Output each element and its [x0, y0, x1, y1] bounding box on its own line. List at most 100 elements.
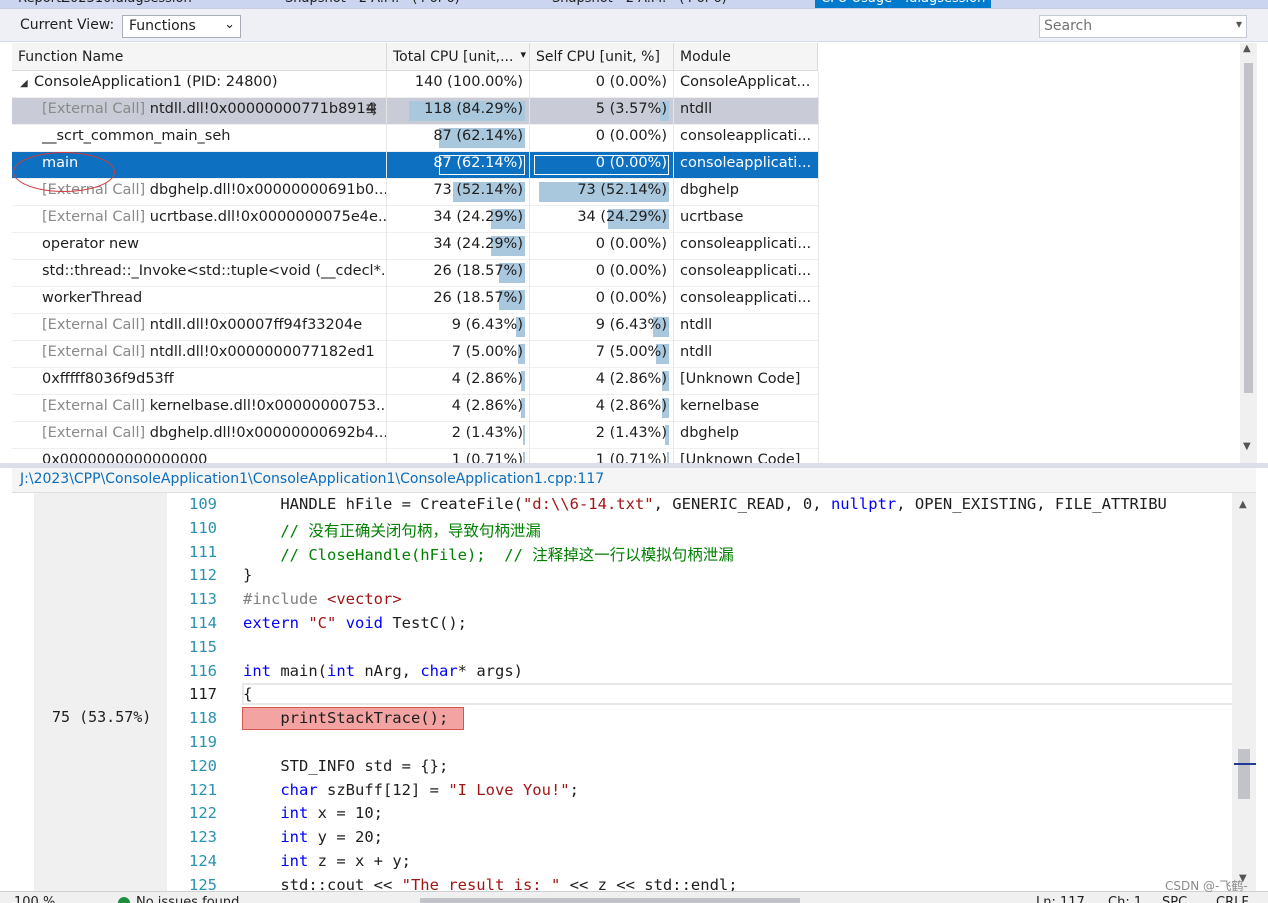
table-row[interactable]: [External Call] dbghelp.dll!0x0000000069…	[12, 422, 819, 449]
expand-collapse-icon[interactable]: ◢	[20, 78, 34, 89]
code-line[interactable]: std::cout << "The result is: " << z << s…	[243, 876, 737, 891]
table-row[interactable]: [External Call] ucrtbase.dll!0x000000007…	[12, 206, 819, 233]
table-scrollbar[interactable]: ▲ ▼	[1240, 43, 1257, 463]
total-cpu-cell: 26 (18.57%)	[387, 287, 529, 314]
code-line[interactable]: {	[243, 685, 252, 703]
code-line[interactable]: extern "C" void TestC();	[243, 614, 467, 632]
function-name: operator new	[42, 236, 139, 252]
code-line[interactable]: #include <vector>	[243, 590, 402, 608]
line-number[interactable]: Ln: 117	[1036, 895, 1085, 903]
code-line[interactable]: // CloseHandle(hFile); // 注释掉这一行以模拟句柄泄漏	[243, 543, 733, 565]
column-self-cpu[interactable]: Self CPU [unit, %]	[530, 43, 674, 71]
module-cell: ntdll	[680, 101, 713, 117]
current-view-dropdown[interactable]: Functions ⌄	[122, 15, 241, 38]
self-cpu-cell: 9 (6.43%)	[530, 314, 673, 341]
table-row[interactable]: __scrt_common_main_seh 87 (62.14%) 0 (0.00…	[12, 125, 819, 152]
column-divider	[529, 206, 530, 233]
function-name-cell: [External Call] ucrtbase.dll!0x000000007…	[12, 206, 386, 233]
indentation-mode[interactable]: SPC	[1162, 895, 1187, 903]
column-function-name[interactable]: Function Name	[12, 43, 387, 71]
column-total-cpu[interactable]: Total CPU [unit,... ▾	[387, 43, 530, 71]
line-number: 118	[189, 709, 217, 728]
watermark: CSDN @-飞鹤-	[1165, 879, 1248, 893]
function-name: ntdll.dll!0x00000000771b8914	[145, 101, 375, 117]
total-cpu-cell: 73 (52.14%)	[387, 179, 529, 206]
table-row[interactable]: [External Call] ntdll.dll!0x00007ff94f33…	[12, 314, 819, 341]
column-divider	[529, 233, 530, 260]
code-line[interactable]: int x = 10;	[243, 804, 383, 822]
function-name-cell: [External Call] ntdll.dll!0x00007ff94f33…	[12, 314, 386, 341]
function-name: kernelbase.dll!0x00000000753...	[145, 398, 386, 414]
issues-status[interactable]: No issues found	[136, 895, 239, 903]
column-number[interactable]: Ch: 1	[1108, 895, 1142, 903]
code-line[interactable]: }	[243, 566, 252, 584]
view-call-tree-icon[interactable]: ⇶	[366, 102, 377, 117]
column-divider	[386, 233, 387, 260]
column-divider	[818, 206, 819, 233]
code-line[interactable]: STD_INFO std = {};	[243, 757, 448, 775]
column-divider	[386, 260, 387, 287]
function-name-cell: [External Call] ntdll.dll!0x000000007718…	[12, 341, 386, 368]
table-row[interactable]: 0x0000000000000000 1 (0.71%) 1 (0.71%) [Unk…	[12, 449, 819, 463]
function-name-cell: workerThread	[12, 287, 386, 314]
code-line[interactable]: char szBuff[12] = "I Love You!";	[243, 781, 579, 799]
table-row[interactable]: [External Call] ntdll.dll!0x000000007718…	[12, 341, 819, 368]
column-divider	[673, 152, 674, 179]
column-divider	[529, 314, 530, 341]
code-line[interactable]: HANDLE hFile = CreateFile("d:\\6-14.txt"…	[243, 495, 1167, 513]
zoom-level[interactable]: 100 %	[14, 895, 55, 903]
total-cpu-cell: 4 (2.86%)	[387, 395, 529, 422]
total-cpu-cell: 7 (5.00%)	[387, 341, 529, 368]
table-scroll-thumb[interactable]	[1244, 63, 1253, 393]
source-file-path[interactable]: J:\2023\CPP\ConsoleApplication1\ConsoleA…	[20, 471, 604, 487]
code-line[interactable]: int main(int nArg, char* args)	[243, 662, 523, 680]
tab-cpu-usage[interactable]: CPU Usage - .diagsession	[815, 0, 992, 8]
column-divider	[386, 449, 387, 463]
scroll-up-icon[interactable]: ▲	[1239, 499, 1247, 510]
code-line[interactable]: int y = 20;	[243, 828, 383, 846]
module-cell: [Unknown Code]	[680, 371, 801, 387]
horizontal-scroll-thumb[interactable]	[420, 898, 800, 903]
code-line[interactable]: int z = x + y;	[243, 852, 411, 870]
column-divider	[529, 368, 530, 395]
table-row[interactable]: 0xfffff8036f9d53ff 4 (2.86%) 4 (2.86%) [Unk…	[12, 368, 819, 395]
column-module[interactable]: Module	[674, 43, 818, 71]
column-divider	[386, 179, 387, 206]
line-ending[interactable]: CRLF	[1216, 895, 1249, 903]
source-scroll-thumb[interactable]	[1238, 749, 1250, 799]
code-line[interactable]: // 没有正确关闭句柄，导致句柄泄漏	[243, 519, 541, 541]
scroll-up-icon[interactable]: ▲	[1243, 43, 1251, 54]
tab-report[interactable]: ReportZ02310.diagsession	[18, 0, 192, 8]
column-divider	[818, 233, 819, 260]
table-row[interactable]: workerThread 26 (18.57%) 0 (0.00%) consolea…	[12, 287, 819, 314]
table-row[interactable]: ◢ ConsoleApplication1 (PID: 24800) 140 (10…	[12, 71, 819, 98]
function-name-cell: ◢ ConsoleApplication1 (PID: 24800)	[12, 71, 386, 98]
tab-snapshot-1[interactable]: Snapshot - 2 A.M. - (4 of 6)	[285, 0, 460, 8]
search-options-icon[interactable]: ▾	[1236, 17, 1242, 31]
self-cpu-cell: 5 (3.57%)	[530, 98, 673, 125]
column-divider	[818, 71, 819, 98]
table-row[interactable]: [External Call] kernelbase.dll!0x0000000…	[12, 395, 819, 422]
total-cpu-cell: 4 (2.86%)	[387, 368, 529, 395]
scroll-down-icon[interactable]: ▼	[1243, 441, 1251, 452]
line-number: 114	[189, 614, 217, 632]
column-divider	[386, 71, 387, 98]
function-name: ntdll.dll!0x00007ff94f33204e	[145, 317, 363, 333]
search-input[interactable]: Search ▾	[1039, 15, 1247, 38]
source-scrollbar[interactable]: ▲ ▼	[1232, 493, 1256, 891]
code-line[interactable]: printStackTrace();	[243, 709, 448, 727]
table-row[interactable]: [External Call] ntdll.dll!0x00000000771b…	[12, 98, 819, 125]
column-divider	[818, 395, 819, 422]
table-row[interactable]: [External Call] dbghelp.dll!0x0000000069…	[12, 179, 819, 206]
tab-snapshot-2[interactable]: Snapshot - 2 A.M. - (4 of 6)	[552, 0, 727, 8]
column-divider	[673, 260, 674, 287]
self-cpu-cell: 1 (0.71%)	[530, 449, 673, 463]
line-number: 110	[189, 518, 217, 537]
total-cpu-cell: 26 (18.57%)	[387, 260, 529, 287]
table-row[interactable]: main 87 (62.14%) 0 (0.00%) consoleapplicati…	[12, 152, 819, 179]
module-cell: [Unknown Code]	[680, 452, 801, 463]
function-name: dbghelp.dll!0x00000000691b0...	[145, 182, 386, 198]
table-row[interactable]: std::thread::_Invoke<std::tuple<void (__…	[12, 260, 819, 287]
line-number: 111	[189, 542, 217, 561]
table-row[interactable]: operator new 34 (24.29%) 0 (0.00%) consolea…	[12, 233, 819, 260]
